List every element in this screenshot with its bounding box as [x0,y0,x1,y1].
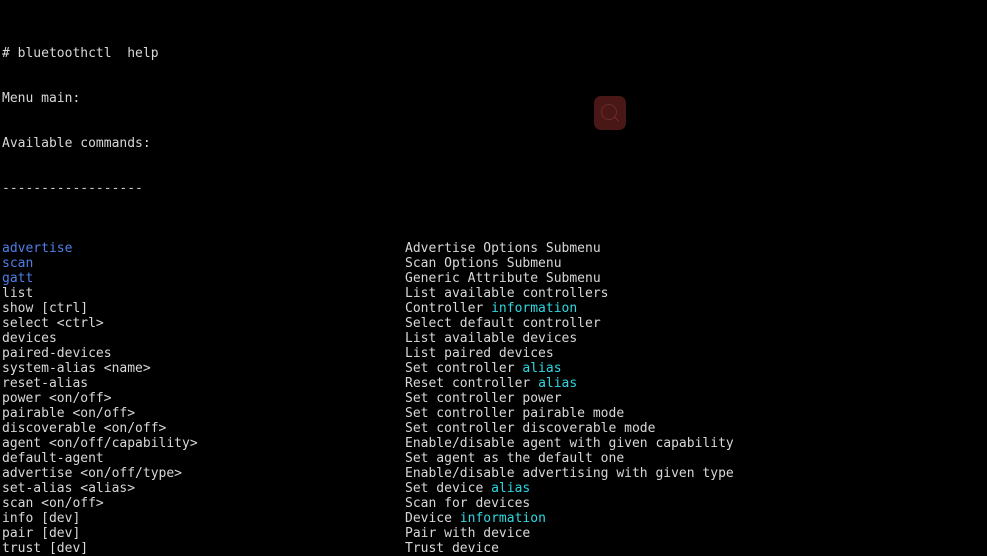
command-name: agent <on/off/capability> [2,436,198,451]
command-description: Advertise Options Submenu [405,241,601,256]
cursor-ring-icon [601,104,617,120]
description-text: Reset controller [405,376,539,391]
description-text: Controller [405,301,492,316]
command-row: select <ctrl> Select default controller [2,316,987,331]
command-description: Enable/disable advertising with given ty… [405,466,734,481]
command-name: default-agent [2,451,104,466]
command-row: pair [dev] Pair with device [2,526,987,541]
description-text: Set agent as the default one [405,451,625,466]
command-description: Controller information [405,301,577,316]
description-keyword: alias [538,376,578,391]
command-description: Select default controller [405,316,601,331]
description-text: Enable/disable advertising with given ty… [405,466,734,481]
command-name: system-alias <name> [2,361,151,376]
command-row: advertise Advertise Options Submenu [2,241,987,256]
command-description: List paired devices [405,346,554,361]
command-description: Set controller power [405,391,562,406]
command-row: set-alias <alias> Set device alias [2,481,987,496]
description-keyword: information [459,511,546,526]
command-name: devices [2,331,57,346]
command-description: Trust device [405,541,499,556]
command-row: discoverable <on/off> Set controller disc… [2,421,987,436]
description-text: Select default controller [405,316,601,331]
command-row: pairable <on/off> Set controller pairable… [2,406,987,421]
command-row: agent <on/off/capability> Enable/disable … [2,436,987,451]
command-row: default-agent Set agent as the default on… [2,451,987,466]
command-description: Set device alias [405,481,530,496]
command-name: paired-devices [2,346,112,361]
description-text: Advertise Options Submenu [405,241,601,256]
command-row: devices List available devices [2,331,987,346]
command-name: reset-alias [2,376,89,391]
command-name: select <ctrl> [2,316,104,331]
command-row: trust [dev] Trust device [2,541,987,556]
description-text: Device [405,511,460,526]
command-description: List available devices [405,331,577,346]
command-name: scan [2,256,34,271]
command-row: advertise <on/off/type> Enable/disable ad… [2,466,987,481]
menu-title-line: Menu main: [2,91,81,106]
cursor-tail-icon [613,116,620,122]
description-keyword: information [491,301,578,316]
command-row: scan Scan Options Submenu [2,256,987,271]
available-commands-line: Available commands: [2,136,151,151]
description-text: Set controller pairable mode [405,406,625,421]
command-name: trust [dev] [2,541,89,556]
description-text: Pair with device [405,526,531,541]
description-text: List available devices [405,331,578,346]
command-name: discoverable <on/off> [2,421,167,436]
description-text: Generic Attribute Submenu [405,271,601,286]
command-row: power <on/off> Set controller power [2,391,987,406]
description-text: Set device [405,481,492,496]
command-description: Pair with device [405,526,530,541]
command-row: scan <on/off> Scan for devices [2,496,987,511]
prompt-line: # bluetoothctl help [2,46,159,61]
command-name: pair [dev] [2,526,81,541]
command-list: advertise Advertise Options Submenu scan Sc… [2,241,987,556]
description-text: Scan Options Submenu [405,256,562,271]
command-name: show [ctrl] [2,301,89,316]
description-keyword: alias [491,481,531,496]
description-text: Set controller discoverable mode [405,421,656,436]
command-description: Set controller pairable mode [405,406,624,421]
separator-line: ------------------ [2,181,143,196]
command-name: gatt [2,271,34,286]
command-description: Set controller discoverable mode [405,421,655,436]
description-keyword: alias [522,361,562,376]
command-row: reset-alias Reset controller alias [2,376,987,391]
command-name: info [dev] [2,511,81,526]
description-text: Trust device [405,541,499,556]
command-row: gatt Generic Attribute Submenu [2,271,987,286]
description-text: List paired devices [405,346,554,361]
terminal-output[interactable]: # bluetoothctl help Menu main: Available… [0,0,987,556]
command-description: Scan for devices [405,496,530,511]
command-name: advertise [2,241,73,256]
command-description: Generic Attribute Submenu [405,271,601,286]
command-description: Enable/disable agent with given capabili… [405,436,734,451]
command-row: list List available controllers [2,286,987,301]
command-name: scan <on/off> [2,496,104,511]
command-description: Reset controller alias [405,376,577,391]
command-description: Set agent as the default one [405,451,624,466]
description-text: Scan for devices [405,496,531,511]
command-description: Device information [405,511,546,526]
description-text: List available controllers [405,286,609,301]
command-name: list [2,286,34,301]
description-text: Set controller power [405,391,562,406]
command-name: power <on/off> [2,391,112,406]
command-description: Scan Options Submenu [405,256,562,271]
command-description: List available controllers [405,286,609,301]
command-row: show [ctrl] Controller information [2,301,987,316]
command-name: advertise <on/off/type> [2,466,183,481]
command-description: Set controller alias [405,361,562,376]
description-text: Set controller [405,361,523,376]
command-row: paired-devices List paired devices [2,346,987,361]
command-name: pairable <on/off> [2,406,136,421]
command-row: system-alias <name> Set controller alias [2,361,987,376]
description-text: Enable/disable agent with given capabili… [405,436,734,451]
command-row: info [dev] Device information [2,511,987,526]
command-name: set-alias <alias> [2,481,136,496]
